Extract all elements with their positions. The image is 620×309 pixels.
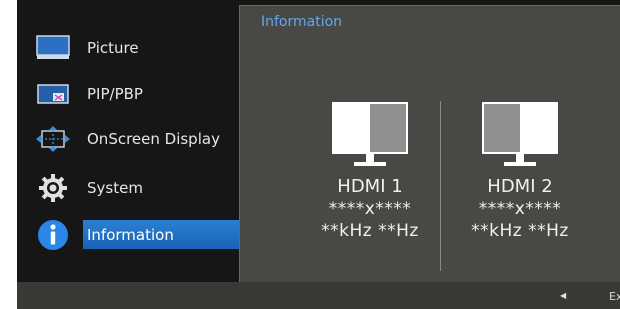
gear-icon [31, 170, 75, 206]
pip-icon [31, 76, 75, 112]
sidebar-item-pip-pbp[interactable]: PIP/PBP [17, 76, 241, 112]
source-divider [440, 101, 441, 271]
sidebar-item-onscreen-display[interactable]: OnScreen Display [17, 121, 241, 157]
sidebar-item-label: PIP/PBP [87, 85, 143, 103]
sidebar-item-label: OnScreen Display [87, 130, 220, 148]
sidebar-item-label: System [87, 179, 143, 197]
sidebar-item-picture[interactable]: Picture [17, 30, 241, 66]
sidebar-item-label: Picture [87, 39, 139, 57]
sidebar-item-system[interactable]: System [17, 170, 241, 206]
monitor-icon [31, 30, 75, 66]
monitor-icon [332, 102, 408, 168]
source-frequency: **kHz **Hz [321, 221, 419, 241]
info-icon [31, 217, 75, 253]
screen-half-left [484, 104, 520, 152]
osd-bottom-bar [17, 282, 620, 309]
screen-half-right [370, 104, 406, 152]
screen-half-left [334, 104, 370, 152]
information-panel: Information HDMI 1 ****x**** **kHz **Hz [239, 5, 620, 283]
source-hdmi-2: HDMI 2 ****x**** **kHz **Hz [450, 102, 590, 241]
source-resolution: ****x**** [328, 199, 412, 219]
monitor-icon [482, 102, 558, 168]
sidebar-item-information[interactable]: Information [17, 217, 241, 253]
osd-window: Picture PIP/PBP OnScreen Display System … [17, 0, 620, 309]
panel-title: Information [261, 14, 343, 30]
osd-sidebar-menu: Picture PIP/PBP OnScreen Display System … [17, 0, 241, 282]
exit-label[interactable]: Ex [609, 290, 620, 303]
sidebar-item-label: Information [87, 226, 174, 244]
left-arrow-icon[interactable]: ◀ [560, 291, 566, 300]
source-frequency: **kHz **Hz [471, 221, 569, 241]
osd-move-icon [31, 121, 75, 157]
source-name: HDMI 2 [487, 176, 553, 197]
screen-half-right [520, 104, 556, 152]
source-resolution: ****x**** [478, 199, 562, 219]
source-hdmi-1: HDMI 1 ****x**** **kHz **Hz [300, 102, 440, 241]
source-name: HDMI 1 [337, 176, 403, 197]
